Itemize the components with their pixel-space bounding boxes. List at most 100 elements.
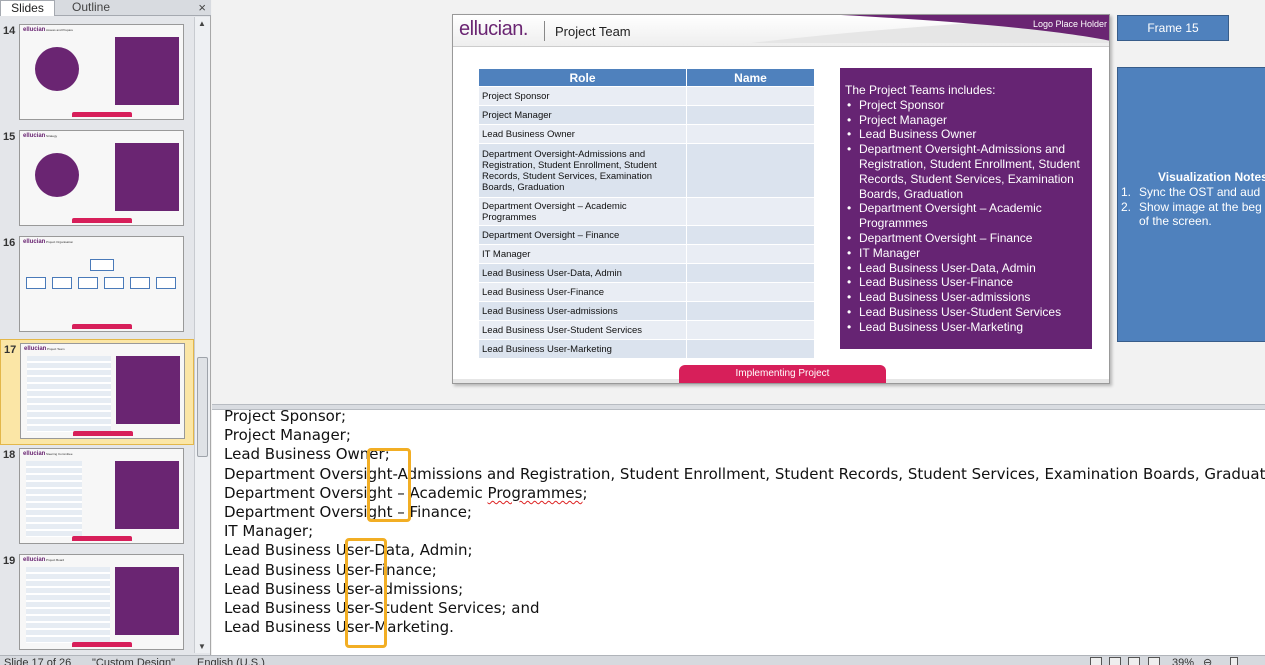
name-cell[interactable]: [686, 339, 815, 359]
table-row: Department Oversight – Academic Programm…: [478, 197, 815, 226]
role-cell[interactable]: Lead Business Owner: [478, 124, 687, 144]
table-row: Project Manager: [478, 105, 815, 125]
role-table[interactable]: Role Name Project Sponsor Project Manage…: [478, 68, 815, 359]
theme-name[interactable]: "Custom Design": [92, 656, 175, 665]
ellucian-logo: ellucian.: [459, 18, 528, 40]
current-slide[interactable]: ellucian. Project Team Logo Place Holder…: [452, 14, 1110, 384]
close-icon[interactable]: ×: [198, 0, 206, 15]
slide-number: 14: [3, 25, 16, 37]
table-row: Lead Business Owner: [478, 124, 815, 144]
name-cell[interactable]: [686, 143, 815, 198]
graduation-cap-icon: [35, 153, 79, 197]
slide-thumbnail-17[interactable]: 17 ellucian Project Team: [0, 339, 194, 445]
slide-preview: ellucian Project Organisation: [19, 236, 184, 332]
list-item: Lead Business User-Data, Admin: [845, 261, 1087, 276]
slide-count: Slide 17 of 26: [4, 657, 72, 665]
slide-title[interactable]: Project Team: [555, 24, 631, 39]
name-cell[interactable]: [686, 301, 815, 321]
role-cell[interactable]: Department Oversight – Finance: [478, 225, 687, 245]
normal-view-icon[interactable]: [1090, 657, 1102, 665]
tab-outline[interactable]: Outline: [58, 0, 124, 16]
slide-thumbnail-16[interactable]: 16 ellucian Project Organisation: [0, 233, 194, 339]
table-row: Lead Business User-admissions: [478, 301, 815, 321]
visualization-notes-title: Visualization Notes: [1158, 170, 1265, 184]
speaker-notes-pane[interactable]: Project Sponsor; Project Manager; Lead B…: [212, 410, 1265, 655]
language-indicator[interactable]: English (U.S.): [197, 656, 265, 665]
logo-placeholder[interactable]: Logo Place Holder: [1033, 19, 1107, 29]
frame-label-box[interactable]: Frame 15: [1117, 15, 1229, 41]
slide-number: 17: [4, 344, 17, 356]
name-cell[interactable]: [686, 86, 815, 106]
zoom-slider[interactable]: [1230, 657, 1238, 665]
list-item: Project Manager: [845, 113, 1087, 128]
list-item-continuation: of the screen.: [1139, 214, 1212, 228]
reading-view-icon[interactable]: [1128, 657, 1140, 665]
slide-header: ellucian. Project Team Logo Place Holder: [453, 15, 1109, 47]
table-row: Department Oversight – Finance: [478, 225, 815, 245]
pane-tab-bar: Slides Outline ×: [0, 0, 211, 16]
list-item: Department Oversight – Finance: [845, 231, 1087, 246]
name-cell[interactable]: [686, 105, 815, 125]
status-bar: Slide 17 of 26 "Custom Design" English (…: [0, 655, 1265, 665]
scroll-up-icon[interactable]: ▲: [198, 19, 206, 28]
slide-preview: ellucian Steering Committee: [19, 448, 184, 544]
role-cell[interactable]: Lead Business User-Marketing: [478, 339, 687, 359]
slideshow-icon[interactable]: [1148, 657, 1160, 665]
zoom-level[interactable]: 39%: [1172, 656, 1194, 665]
name-cell[interactable]: [686, 124, 815, 144]
zoom-out-icon[interactable]: ⊖: [1203, 656, 1212, 665]
cycle-icon: [35, 47, 79, 91]
table-row: Lead Business User-Student Services: [478, 320, 815, 340]
list-item: 2. Show image at the beg: [1121, 199, 1262, 214]
slide-thumbnail-19[interactable]: 19 ellucian Project Board: [0, 551, 194, 653]
list-item: Lead Business User-Marketing: [845, 320, 1087, 335]
role-cell[interactable]: Project Manager: [478, 105, 687, 125]
slide-number: 15: [3, 131, 16, 143]
role-cell[interactable]: Project Sponsor: [478, 86, 687, 106]
box-intro: The Project Teams includes:: [845, 83, 996, 97]
table-row: Project Sponsor: [478, 86, 815, 106]
slide-sorter-icon[interactable]: [1109, 657, 1121, 665]
role-cell[interactable]: Lead Business User-Student Services: [478, 320, 687, 340]
spelling-error[interactable]: Programmes: [488, 484, 583, 502]
list-item: Department Oversight-Admissions and Regi…: [845, 142, 1087, 201]
team-summary-box[interactable]: The Project Teams includes: Project Spon…: [840, 68, 1092, 349]
role-cell[interactable]: Lead Business User-admissions: [478, 301, 687, 321]
role-cell[interactable]: Department Oversight – Academic Programm…: [478, 197, 687, 226]
name-cell[interactable]: [686, 244, 815, 264]
slide-preview: ellucian Project Board: [19, 554, 184, 650]
table-row: IT Manager: [478, 244, 815, 264]
scroll-thumb[interactable]: [197, 357, 208, 457]
notes-line: Project Sponsor;: [224, 410, 347, 425]
tab-slides[interactable]: Slides: [0, 0, 55, 16]
name-cell[interactable]: [686, 225, 815, 245]
thumbnail-scrollbar[interactable]: ▲ ▼: [194, 17, 210, 653]
role-cell[interactable]: Lead Business User-Finance: [478, 282, 687, 302]
scroll-down-icon[interactable]: ▼: [198, 642, 206, 651]
slide-thumbnail-14[interactable]: 14 ellucian Assess and Prepare: [0, 21, 194, 127]
role-header: Role: [478, 68, 687, 87]
role-cell[interactable]: IT Manager: [478, 244, 687, 264]
highlight-box: [345, 538, 387, 648]
slide-preview: ellucian Strategy: [19, 130, 184, 226]
slide-footer-tab[interactable]: Implementing Project: [679, 365, 886, 383]
slide-preview: ellucian Project Team: [20, 343, 185, 439]
role-cell[interactable]: Lead Business User-Data, Admin: [478, 263, 687, 283]
list-item: Lead Business User-admissions: [845, 290, 1087, 305]
slide-thumbnail-18[interactable]: 18 ellucian Steering Committee: [0, 445, 194, 551]
name-cell[interactable]: [686, 197, 815, 226]
table-row: Lead Business User-Marketing: [478, 339, 815, 359]
slide-thumbnail-15[interactable]: 15 ellucian Strategy: [0, 127, 194, 233]
role-cell[interactable]: Department Oversight-Admissions and Regi…: [478, 143, 687, 198]
slide-preview: ellucian Assess and Prepare: [19, 24, 184, 120]
name-cell[interactable]: [686, 263, 815, 283]
name-cell[interactable]: [686, 282, 815, 302]
name-cell[interactable]: [686, 320, 815, 340]
table-row: Lead Business User-Data, Admin: [478, 263, 815, 283]
name-header: Name: [686, 68, 815, 87]
notes-line: Project Manager;: [224, 426, 351, 445]
list-item: Project Sponsor: [845, 98, 1087, 113]
visualization-notes-box[interactable]: Visualization Notes 1. Sync the OST and a…: [1117, 67, 1265, 342]
slides-pane: Slides Outline × 14 ellucian Assess and P…: [0, 0, 211, 655]
slide-number: 16: [3, 237, 16, 249]
